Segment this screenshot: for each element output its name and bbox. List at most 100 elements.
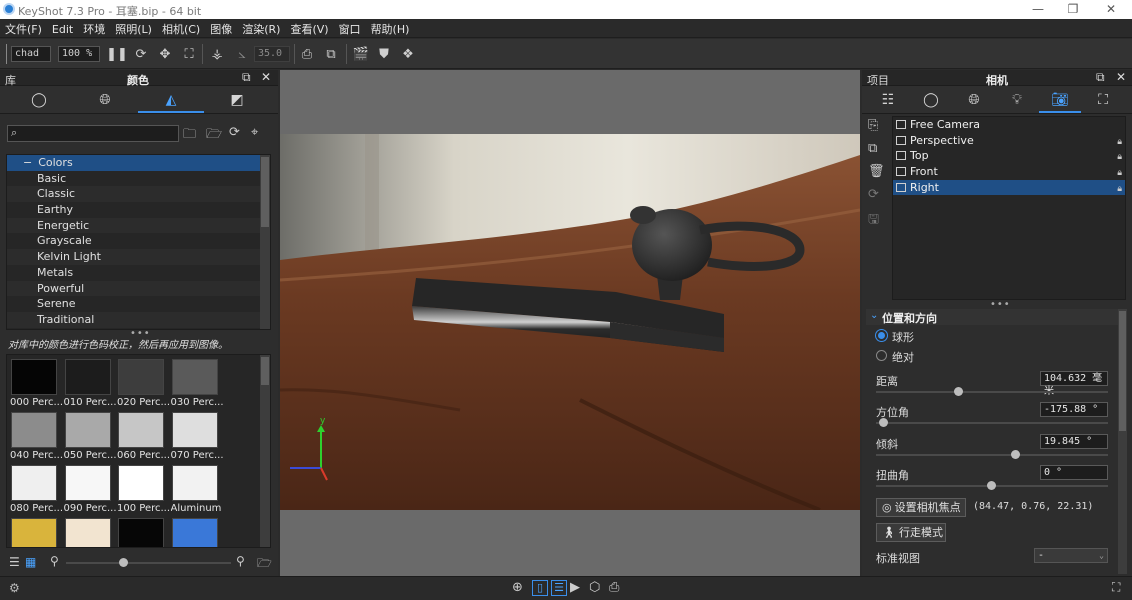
lock-icon[interactable]: 🔒︎ [1117, 182, 1122, 198]
azimuth-input[interactable]: -175.88 ° [1040, 402, 1108, 417]
zoom-select[interactable]: 100 % [58, 46, 100, 62]
walk-mode-button[interactable]: 🚶︎ 行走模式 [876, 523, 946, 542]
camera-item-free-camera[interactable]: Free Camera [893, 117, 1125, 133]
color-swatch[interactable] [64, 518, 111, 547]
tree-root-colors[interactable]: − Colors [7, 155, 270, 171]
pause-icon[interactable]: ❚❚ [106, 45, 128, 63]
region-icon[interactable]: ⧉ [322, 45, 340, 63]
animation-icon[interactable]: ▶ [570, 580, 580, 595]
swatch-scrollbar-thumb[interactable] [261, 357, 269, 385]
tree-item[interactable]: Energetic [7, 217, 270, 234]
texture-tab[interactable]: ◩ [226, 90, 248, 110]
grid-view-icon[interactable]: ▦ [25, 555, 36, 569]
shield-icon[interactable]: ⛊ [375, 45, 393, 63]
image-tab[interactable]: ⛶ [1092, 90, 1114, 110]
menu-window[interactable]: 窗口 [334, 19, 366, 37]
add-camera-icon[interactable]: ⎘ [868, 118, 878, 133]
standard-view-select[interactable]: - ⌄ [1034, 548, 1108, 563]
color-swatch[interactable] [64, 412, 111, 448]
color-swatch[interactable] [11, 518, 57, 547]
tree-item[interactable]: Classic [7, 186, 270, 203]
swatch-scrollbar[interactable] [260, 355, 270, 547]
close-panel-icon[interactable]: ✕ [261, 70, 271, 84]
menu-environment[interactable]: 环境 [78, 19, 110, 37]
color-swatch[interactable] [118, 359, 164, 395]
color-swatch[interactable] [118, 465, 164, 501]
keyshotvr-icon[interactable]: ⬡ [589, 580, 600, 595]
close-window-button[interactable]: ✕ [1101, 1, 1121, 17]
library-toggle-icon[interactable]: ▯ [532, 580, 548, 596]
tree-scrollbar-thumb[interactable] [261, 157, 269, 227]
material-tab[interactable]: ◯ [28, 90, 50, 110]
crosshair-icon[interactable]: ⌖ [251, 125, 258, 140]
delete-camera-icon[interactable]: 🗑︎ [868, 164, 885, 179]
color-swatch[interactable] [171, 412, 218, 448]
color-swatch[interactable] [171, 359, 218, 395]
render-viewport[interactable]: y [280, 70, 860, 576]
azimuth-slider-knob[interactable] [879, 418, 888, 427]
lighting-tab[interactable]: 💡︎ [1006, 90, 1028, 110]
menu-image[interactable]: 图像 [205, 19, 237, 37]
color-swatch[interactable] [11, 412, 57, 448]
tree-item[interactable]: Serene [7, 296, 270, 312]
geometry-icon[interactable]: ❖ [399, 45, 417, 63]
tree-item[interactable]: Traditional [7, 311, 270, 328]
inclination-slider[interactable] [876, 454, 1108, 456]
color-swatch[interactable] [171, 518, 218, 547]
pan-icon[interactable]: ✥ [156, 45, 174, 63]
camera-item-perspective[interactable]: Perspective 🔒︎ [893, 133, 1125, 149]
tree-item[interactable]: Metals [7, 265, 270, 281]
color-swatch[interactable] [11, 359, 57, 395]
menu-help[interactable]: 帮助(H) [366, 19, 415, 37]
distance-input[interactable]: 104.632 毫米 [1040, 371, 1108, 397]
camera-item-front[interactable]: Front 🔒︎ [893, 164, 1125, 180]
folder-open-icon[interactable]: 🗁 [257, 554, 272, 575]
menu-file[interactable]: 文件(F) [0, 19, 47, 37]
properties-scrollbar-thumb[interactable] [1119, 311, 1126, 431]
library-search-input[interactable]: ⌕ [7, 125, 179, 142]
properties-scrollbar[interactable] [1118, 309, 1127, 574]
rotate-icon[interactable]: ⟳ [132, 45, 150, 63]
undock-icon[interactable]: ⧉ [1096, 70, 1105, 85]
inclination-slider-knob[interactable] [1011, 450, 1020, 459]
menu-render[interactable]: 渲染(R) [237, 19, 285, 37]
tree-item[interactable]: Basic [7, 171, 270, 187]
save-camera-icon[interactable]: 🖫 [868, 210, 879, 232]
project-toggle-icon[interactable]: ☰ [551, 580, 567, 596]
inclination-input[interactable]: 19.845 ° [1040, 434, 1108, 449]
zoom-in-icon[interactable]: ⚲ [236, 554, 245, 568]
twist-slider-knob[interactable] [987, 481, 996, 490]
menu-lighting[interactable]: 照明(L) [110, 19, 157, 37]
colors-tab[interactable]: ◭ [160, 90, 182, 110]
zoom-out-icon[interactable]: ⚲ [50, 554, 59, 568]
position-orientation-header[interactable]: ⌄ 位置和方向 [866, 309, 1118, 325]
azimuth-slider[interactable] [876, 422, 1108, 424]
duplicate-camera-icon[interactable]: ⧉ [868, 141, 877, 156]
color-swatch[interactable] [11, 465, 57, 501]
camera-item-right[interactable]: Right 🔒︎ [893, 179, 1125, 198]
color-swatch[interactable] [118, 518, 164, 547]
menu-camera[interactable]: 相机(C) [157, 19, 205, 37]
perspective-icon[interactable]: ⚶ [208, 45, 226, 63]
material-tab[interactable]: ◯ [920, 90, 942, 110]
folder-icon[interactable]: 🗀 [183, 125, 196, 147]
reset-camera-icon[interactable]: ⟳ [868, 187, 879, 202]
tree-item[interactable]: Powerful [7, 280, 270, 297]
undock-icon[interactable]: ⧉ [242, 70, 251, 85]
thumbnail-size-knob[interactable] [119, 558, 128, 567]
color-swatch[interactable] [118, 412, 164, 448]
tree-scrollbar[interactable] [260, 155, 270, 329]
fullscreen-icon[interactable]: ⛶ [1112, 580, 1120, 595]
distance-slider[interactable] [876, 391, 1108, 393]
screenshot-icon[interactable]: ⎙ [609, 580, 619, 595]
close-panel-icon[interactable]: ✕ [1116, 70, 1126, 84]
restore-button[interactable]: ❐ [1063, 1, 1083, 17]
environment-tab[interactable]: 🌐︎ [963, 90, 985, 110]
refresh-icon[interactable]: ⟳ [229, 125, 240, 140]
environment-tab[interactable]: 🌐︎ [94, 90, 116, 110]
fov-input[interactable]: 35.0 [254, 46, 290, 62]
thumbnail-size-slider[interactable] [66, 562, 231, 564]
tree-item[interactable]: Grayscale [7, 233, 270, 249]
twist-input[interactable]: 0 ° [1040, 465, 1108, 480]
radio-spherical[interactable] [876, 330, 887, 341]
